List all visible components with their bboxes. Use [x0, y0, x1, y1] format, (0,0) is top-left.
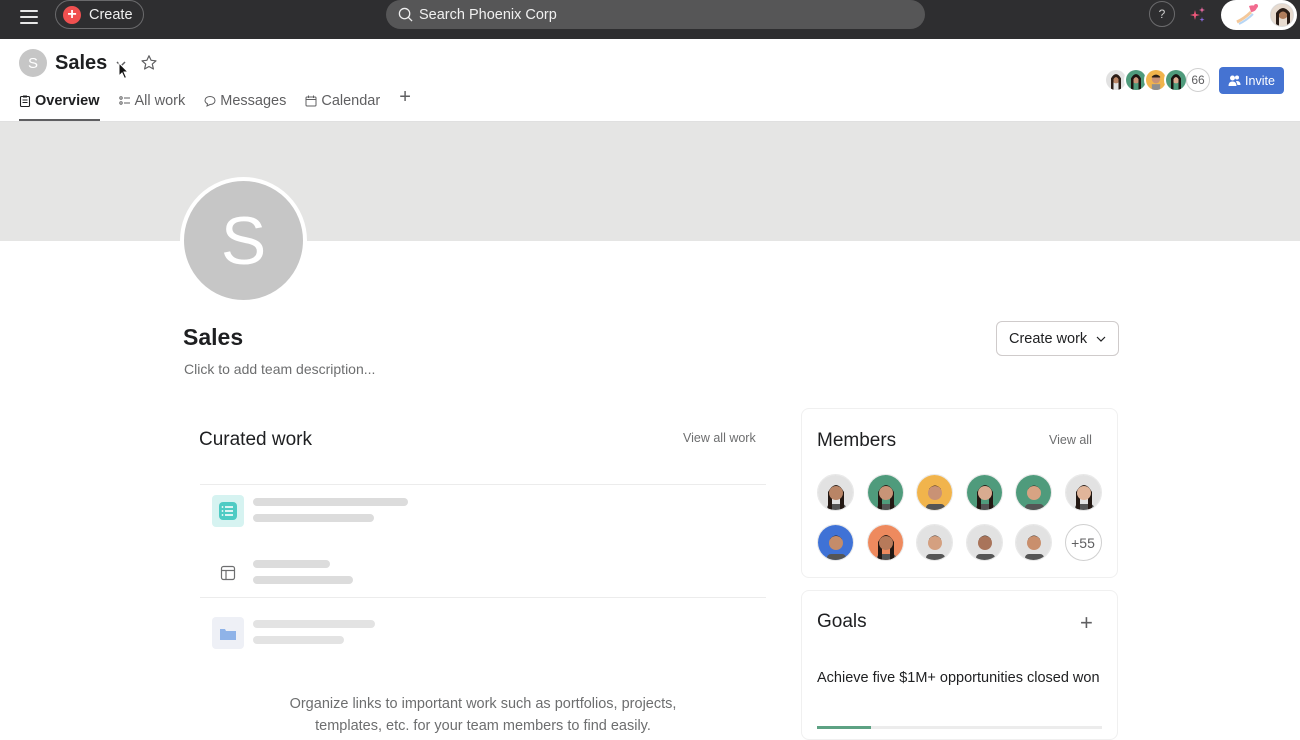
member-avatar[interactable]: [965, 524, 1003, 561]
tab-label: Calendar: [321, 93, 381, 109]
skeleton-line: [253, 498, 408, 506]
tab-messages[interactable]: Messages: [204, 88, 286, 114]
skeleton-line: [253, 636, 344, 644]
create-work-label: Create work: [1009, 330, 1088, 347]
member-avatar[interactable]: [817, 474, 854, 511]
member-avatar[interactable]: [817, 524, 854, 561]
member-avatar-stack[interactable]: 66: [1104, 68, 1210, 92]
divider: [200, 597, 766, 598]
avatar: [1164, 68, 1188, 92]
skeleton-line: [253, 620, 375, 628]
invite-label: Invite: [1245, 73, 1275, 88]
search-input[interactable]: Search Phoenix Corp: [386, 0, 925, 29]
page-title: Sales: [55, 52, 108, 74]
calendar-icon: [305, 95, 317, 107]
celebration-creature-icon: [1236, 4, 1258, 25]
hint-line: Organize links to important work such as…: [289, 696, 677, 712]
member-avatar[interactable]: [1015, 524, 1052, 561]
member-avatar[interactable]: [866, 524, 904, 561]
tab-bar: Overview All work Messages Calendar +: [19, 86, 411, 122]
user-avatar: [1270, 3, 1294, 27]
member-avatar[interactable]: [1064, 474, 1102, 511]
tab-calendar[interactable]: Calendar: [305, 88, 380, 114]
team-description-field[interactable]: Click to add team description...: [184, 361, 375, 377]
search-icon: [398, 7, 413, 22]
menu-icon[interactable]: [20, 10, 38, 24]
board-layout-icon: [212, 557, 244, 589]
add-tab-button[interactable]: +: [399, 86, 411, 122]
tab-overview[interactable]: Overview: [19, 88, 100, 121]
team-avatar[interactable]: S: [180, 177, 307, 304]
folder-icon: [212, 617, 244, 649]
invite-button[interactable]: Invite: [1219, 67, 1284, 94]
members-grid: +55: [817, 474, 1102, 561]
team-badge: S: [19, 49, 47, 77]
goals-card: Goals + Achieve five $1M+ opportunities …: [801, 590, 1118, 740]
people-icon: [1228, 75, 1241, 86]
view-all-members-link[interactable]: View all: [1049, 433, 1092, 447]
divider: [200, 484, 766, 485]
add-goal-button[interactable]: +: [1080, 610, 1093, 636]
curated-work-title: Curated work: [199, 429, 312, 450]
top-bar: + Create Search Phoenix Corp ?: [0, 0, 1300, 39]
tab-label: All work: [134, 93, 186, 109]
view-all-work-link[interactable]: View all work: [683, 431, 756, 445]
placeholder-item: [212, 613, 562, 653]
tab-label: Overview: [35, 93, 100, 109]
tab-all-work[interactable]: All work: [118, 88, 186, 114]
member-avatar[interactable]: [866, 474, 904, 511]
tab-label: Messages: [220, 93, 287, 109]
member-count-badge: 66: [1186, 68, 1210, 92]
mouse-cursor-icon: [118, 62, 130, 80]
star-icon[interactable]: [140, 54, 158, 72]
plus-icon: +: [63, 5, 81, 24]
member-avatar[interactable]: [965, 474, 1003, 511]
member-avatar[interactable]: [1015, 474, 1052, 511]
member-avatar[interactable]: [916, 474, 953, 511]
members-card: Members View all +55: [801, 408, 1118, 578]
help-button[interactable]: ?: [1149, 1, 1175, 27]
profile-menu[interactable]: [1221, 0, 1297, 30]
chevron-down-icon: [1096, 336, 1106, 342]
placeholder-item: [212, 553, 562, 593]
member-avatar[interactable]: [916, 524, 953, 561]
team-title: Sales: [183, 324, 244, 350]
search-placeholder: Search Phoenix Corp: [419, 6, 557, 23]
create-label: Create: [89, 6, 133, 23]
skeleton-line: [253, 576, 353, 584]
members-title: Members: [817, 430, 897, 451]
skeleton-line: [253, 560, 330, 568]
more-members-button[interactable]: +55: [1064, 524, 1102, 561]
skeleton-line: [253, 514, 374, 522]
list-project-icon: [212, 495, 244, 527]
placeholder-item: [212, 491, 562, 531]
question-icon: ?: [1158, 7, 1166, 21]
create-work-button[interactable]: Create work: [996, 321, 1119, 356]
clipboard-icon: [19, 95, 31, 107]
ai-sparkle-icon[interactable]: [1188, 5, 1208, 25]
hint-line: templates, etc. for your team members to…: [315, 718, 651, 734]
curated-work-hint: Organize links to important work such as…: [182, 693, 784, 737]
goal-title[interactable]: Achieve five $1M+ opportunities closed w…: [817, 667, 1107, 689]
chat-bubble-icon: [204, 95, 216, 107]
create-button[interactable]: + Create: [55, 0, 144, 29]
goals-title: Goals: [817, 611, 867, 632]
curated-work-card: Curated work View all work Organize link…: [182, 408, 784, 738]
list-icon: [118, 96, 130, 105]
